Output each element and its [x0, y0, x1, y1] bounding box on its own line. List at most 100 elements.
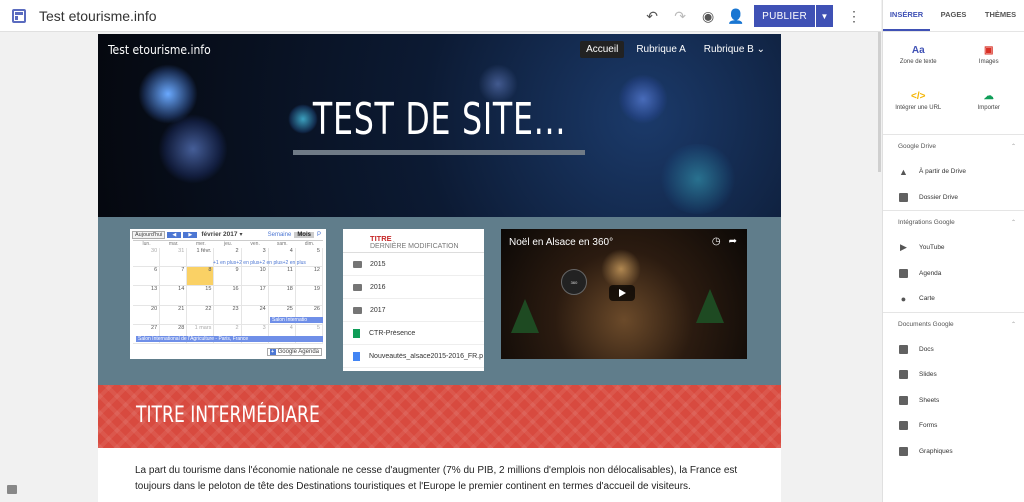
- calendar-tab-more[interactable]: P: [314, 232, 324, 238]
- drive-item[interactable]: 2016: [343, 276, 484, 299]
- redo-icon[interactable]: ↷: [666, 5, 694, 27]
- insert-embed-url[interactable]: </> Intégrer une URL: [883, 88, 954, 134]
- item-drive-folder[interactable]: Dossier Drive: [883, 185, 1024, 211]
- section-title-banner[interactable]: TITRE INTERMÉDIARE: [98, 385, 781, 448]
- section-header[interactable]: Intégrations Google ⌃: [883, 211, 1024, 235]
- item-charts[interactable]: Graphiques: [883, 439, 1024, 465]
- drive-item[interactable]: CTR-Présence: [343, 322, 484, 345]
- collapse-icon[interactable]: ⌃: [1011, 313, 1016, 337]
- calendar-day-cell[interactable]: 6: [133, 267, 161, 287]
- calendar-day-cell[interactable]: 12: [295, 267, 323, 287]
- item-sheets[interactable]: Sheets: [883, 388, 1024, 414]
- collapse-icon[interactable]: ⌃: [1011, 135, 1016, 159]
- section-header[interactable]: Documents Google ⌃: [883, 313, 1024, 337]
- section-header[interactable]: Google Drive ⌃: [883, 135, 1024, 159]
- calendar-today-button[interactable]: Aujourd'hui: [132, 230, 166, 239]
- calendar-day-cell[interactable]: 30: [133, 248, 161, 268]
- tile-label: Intégrer une URL: [895, 105, 942, 111]
- youtube-embed[interactable]: Noël en Alsace en 360° ◷ ➦ 360: [501, 229, 747, 359]
- calendar-tab-month[interactable]: Mois: [294, 231, 314, 238]
- undo-icon[interactable]: ↶: [638, 5, 666, 27]
- item-calendar[interactable]: Agenda: [883, 261, 1024, 287]
- tab-insert[interactable]: INSÉRER: [883, 0, 930, 31]
- drive-folder-embed[interactable]: TITRE DERNIÈRE MODIFICATION 2015 2016 20…: [343, 229, 484, 371]
- calendar-embed[interactable]: Aujourd'hui ◀ ▶ février 2017 ▾ Semaine M…: [130, 229, 326, 359]
- share-icon[interactable]: ➦: [729, 236, 737, 247]
- section-title[interactable]: TITRE INTERMÉDIARE: [136, 403, 320, 428]
- hero-brand[interactable]: Test etourisme.info: [108, 43, 211, 57]
- video-title[interactable]: Noël en Alsace en 360°: [509, 237, 613, 248]
- calendar-day-cell[interactable]: 18: [268, 286, 296, 306]
- calendar-day-cell[interactable]: 21: [160, 305, 188, 325]
- calendar-day-cell[interactable]: 22: [187, 305, 215, 325]
- calendar-month-dropdown-icon[interactable]: ▾: [240, 231, 243, 238]
- section-header-label: Google Drive: [898, 143, 936, 150]
- sheets-file-icon: [353, 328, 360, 338]
- calendar-day-cell[interactable]: 11: [268, 267, 296, 287]
- calendar-day-cell[interactable]: 8: [187, 267, 215, 287]
- calendar-day-cell[interactable]: 20: [133, 305, 161, 325]
- item-label: Carte: [919, 295, 935, 303]
- item-forms[interactable]: Forms: [883, 413, 1024, 439]
- calendar-day-cell[interactable]: 23: [214, 305, 242, 325]
- insert-images[interactable]: ▣ Images: [954, 42, 1024, 88]
- clock-icon[interactable]: ◷: [712, 236, 721, 247]
- item-slides[interactable]: Slides: [883, 362, 1024, 388]
- calendar-day-cell[interactable]: 9: [214, 267, 242, 287]
- calendar-day-cell[interactable]: 31: [160, 248, 188, 268]
- collapse-icon[interactable]: ⌃: [1011, 211, 1016, 235]
- tab-themes[interactable]: THÈMES: [977, 0, 1024, 31]
- more-vert-icon[interactable]: ⋮: [841, 8, 867, 25]
- bokeh-light: [658, 144, 738, 214]
- item-youtube[interactable]: ▶ YouTube: [883, 235, 1024, 261]
- drive-item[interactable]: 2015: [343, 253, 484, 276]
- calendar-next-icon[interactable]: ▶: [183, 231, 198, 238]
- drive-column-title[interactable]: TITRE: [370, 234, 484, 243]
- item-label: Sheets: [919, 396, 940, 404]
- item-label: Agenda: [919, 269, 942, 277]
- calendar-day-cell[interactable]: 14: [160, 286, 188, 306]
- calendar-prev-icon[interactable]: ◀: [167, 231, 182, 238]
- nav-item-accueil[interactable]: Accueil: [580, 41, 625, 58]
- eye-icon[interactable]: ◉: [694, 5, 722, 27]
- calendar-day-cell[interactable]: 13: [133, 286, 161, 306]
- embeds-section[interactable]: Aujourd'hui ◀ ▶ février 2017 ▾ Semaine M…: [98, 217, 781, 385]
- calendar-tab-week[interactable]: Semaine: [265, 232, 295, 238]
- insert-upload[interactable]: ☁ Importer: [954, 88, 1024, 134]
- hero-header[interactable]: Test etourisme.info Accueil Rubrique A R…: [98, 34, 781, 217]
- calendar-event[interactable]: Salon International de l'Agriculture - P…: [136, 336, 323, 342]
- calendar-day-cell[interactable]: 7: [160, 267, 188, 287]
- page-title[interactable]: TEST DE SITE...: [194, 94, 686, 145]
- calendar-more-link[interactable]: +1 en plus+2 en plus+2 en plus+2 en plus: [213, 260, 306, 266]
- play-button[interactable]: [609, 285, 635, 301]
- tab-pages[interactable]: PAGES: [930, 0, 977, 31]
- drive-item[interactable]: Nouveautés_alsace2015-2016_FR.p: [343, 345, 484, 368]
- body-paragraph[interactable]: La part du tourisme dans l'économie nati…: [98, 448, 781, 495]
- item-docs[interactable]: Docs: [883, 337, 1024, 363]
- drive-column-modified[interactable]: DERNIÈRE MODIFICATION: [370, 243, 484, 250]
- site-name[interactable]: Test etourisme.info: [39, 8, 157, 24]
- calendar-day-cell[interactable]: 24: [241, 305, 269, 325]
- feedback-icon[interactable]: [7, 485, 17, 494]
- insert-text-box[interactable]: Aa Zone de texte: [883, 42, 954, 88]
- nav-item-rubrique-b[interactable]: Rubrique B ⌄: [698, 41, 771, 58]
- calendar-day-cell[interactable]: 16: [214, 286, 242, 306]
- calendar-day-cell[interactable]: 17: [241, 286, 269, 306]
- drive-item-label: Nouveautés_alsace2015-2016_FR.p: [369, 352, 484, 360]
- calendar-day-cell[interactable]: 1 févr.: [187, 248, 215, 268]
- item-map[interactable]: ● Carte: [883, 286, 1024, 312]
- nav-item-rubrique-a[interactable]: Rubrique A: [630, 41, 691, 58]
- site-canvas[interactable]: Test etourisme.info Accueil Rubrique A R…: [98, 34, 781, 502]
- drive-item[interactable]: 2017: [343, 299, 484, 322]
- google-agenda-badge[interactable]: + Google Agenda: [266, 348, 322, 356]
- sites-logo-icon[interactable]: [12, 8, 26, 23]
- calendar-day-cell[interactable]: 15: [187, 286, 215, 306]
- calendar-day-cell[interactable]: 19: [295, 286, 323, 306]
- item-from-drive[interactable]: ▲ À partir de Drive: [883, 159, 1024, 185]
- calendar-day-cell[interactable]: 10: [241, 267, 269, 287]
- add-person-icon[interactable]: 👤: [722, 5, 750, 27]
- publish-button[interactable]: PUBLIER: [754, 5, 815, 27]
- calendar-event[interactable]: Salon Internatio: [270, 317, 323, 323]
- publish-dropdown-icon[interactable]: ▼: [815, 5, 833, 27]
- canvas-scrollbar[interactable]: [878, 32, 881, 172]
